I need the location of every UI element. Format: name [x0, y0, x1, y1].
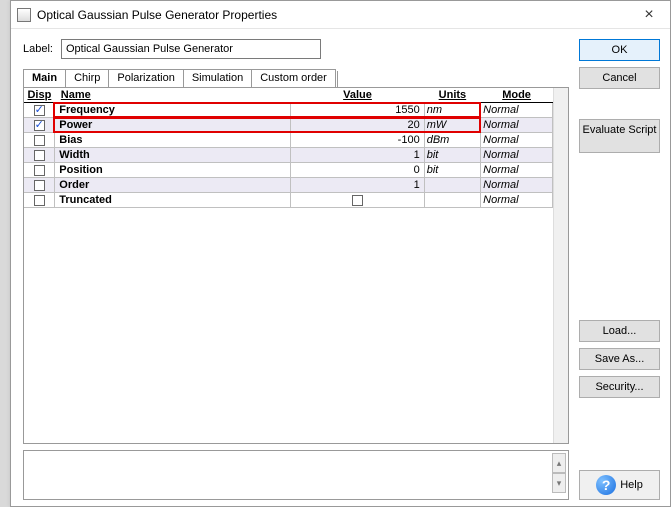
- load-button[interactable]: Load...: [579, 320, 660, 342]
- cell-units[interactable]: dBm: [424, 133, 480, 148]
- col-name[interactable]: Name: [55, 88, 291, 103]
- cell-units[interactable]: bit: [424, 148, 480, 163]
- security-button[interactable]: Security...: [579, 376, 660, 398]
- cell-name: Position: [55, 163, 291, 178]
- cell-value[interactable]: 1550: [291, 103, 424, 118]
- tab-chirp[interactable]: Chirp: [65, 69, 109, 87]
- value-checkbox[interactable]: [352, 195, 363, 206]
- cell-mode[interactable]: Normal: [481, 163, 553, 178]
- ok-button[interactable]: OK: [579, 39, 660, 61]
- spin-buttons[interactable]: ▴ ▾: [552, 453, 566, 493]
- col-value[interactable]: Value: [291, 88, 424, 103]
- disp-checkbox[interactable]: [34, 120, 45, 131]
- help-icon: ?: [596, 475, 616, 495]
- table-row[interactable]: Bias-100dBmNormal: [24, 133, 553, 148]
- save-as-button[interactable]: Save As...: [579, 348, 660, 370]
- disp-checkbox[interactable]: [34, 180, 45, 191]
- help-button[interactable]: ? Help: [579, 470, 660, 500]
- cell-value[interactable]: -100: [291, 133, 424, 148]
- cell-value[interactable]: 0: [291, 163, 424, 178]
- cell-mode[interactable]: Normal: [481, 103, 553, 118]
- table-row[interactable]: Truncated Normal: [24, 193, 553, 208]
- close-icon[interactable]: ×: [634, 7, 664, 23]
- cell-units[interactable]: bit: [424, 163, 480, 178]
- disp-checkbox[interactable]: [34, 150, 45, 161]
- app-icon: [17, 8, 31, 22]
- cell-name: Width: [55, 148, 291, 163]
- disp-checkbox[interactable]: [34, 195, 45, 206]
- titlebar: Optical Gaussian Pulse Generator Propert…: [11, 1, 670, 29]
- help-label: Help: [620, 479, 643, 491]
- vertical-scrollbar[interactable]: [553, 88, 568, 443]
- cell-value[interactable]: 1: [291, 178, 424, 193]
- label-caption: Label:: [23, 43, 55, 55]
- cell-units[interactable]: [424, 193, 480, 208]
- cell-mode[interactable]: Normal: [481, 178, 553, 193]
- disp-checkbox[interactable]: [34, 135, 45, 146]
- cell-mode[interactable]: Normal: [481, 118, 553, 133]
- disp-checkbox[interactable]: [34, 105, 45, 116]
- cell-name: Bias: [55, 133, 291, 148]
- properties-panel: Disp Name Value Units Mode Frequency1550…: [23, 87, 569, 444]
- table-row[interactable]: Position0bitNormal: [24, 163, 553, 178]
- label-input[interactable]: [61, 39, 321, 59]
- tab-main[interactable]: Main: [23, 69, 66, 87]
- cancel-button[interactable]: Cancel: [579, 67, 660, 89]
- tab-polarization[interactable]: Polarization: [108, 69, 183, 87]
- cell-name: Power: [55, 118, 291, 133]
- cell-name: Order: [55, 178, 291, 193]
- table-row[interactable]: Width1bitNormal: [24, 148, 553, 163]
- properties-grid[interactable]: Disp Name Value Units Mode Frequency1550…: [24, 88, 553, 208]
- cell-mode[interactable]: Normal: [481, 133, 553, 148]
- spin-up-icon[interactable]: ▴: [552, 453, 566, 473]
- spin-down-icon[interactable]: ▾: [552, 473, 566, 493]
- dialog-window: Optical Gaussian Pulse Generator Propert…: [10, 0, 671, 507]
- cell-name: Truncated: [55, 193, 291, 208]
- disp-checkbox[interactable]: [34, 165, 45, 176]
- table-row[interactable]: Frequency1550nmNormal: [24, 103, 553, 118]
- evaluate-script-button[interactable]: Evaluate Script: [579, 119, 660, 153]
- cell-units[interactable]: mW: [424, 118, 480, 133]
- cell-value[interactable]: [291, 193, 424, 208]
- description-box: ▴ ▾: [23, 450, 569, 500]
- cell-units[interactable]: nm: [424, 103, 480, 118]
- tab-bar: MainChirpPolarizationSimulationCustom or…: [23, 69, 569, 87]
- tab-custom-order[interactable]: Custom order: [251, 69, 336, 87]
- col-disp[interactable]: Disp: [24, 88, 55, 103]
- table-row[interactable]: Order1 Normal: [24, 178, 553, 193]
- cell-mode[interactable]: Normal: [481, 193, 553, 208]
- cell-value[interactable]: 20: [291, 118, 424, 133]
- tab-simulation[interactable]: Simulation: [183, 69, 252, 87]
- cell-name: Frequency: [55, 103, 291, 118]
- cell-mode[interactable]: Normal: [481, 148, 553, 163]
- cell-units[interactable]: [424, 178, 480, 193]
- col-units[interactable]: Units: [424, 88, 480, 103]
- window-title: Optical Gaussian Pulse Generator Propert…: [37, 8, 634, 22]
- table-row[interactable]: Power20mWNormal: [24, 118, 553, 133]
- col-mode[interactable]: Mode: [481, 88, 553, 103]
- cell-value[interactable]: 1: [291, 148, 424, 163]
